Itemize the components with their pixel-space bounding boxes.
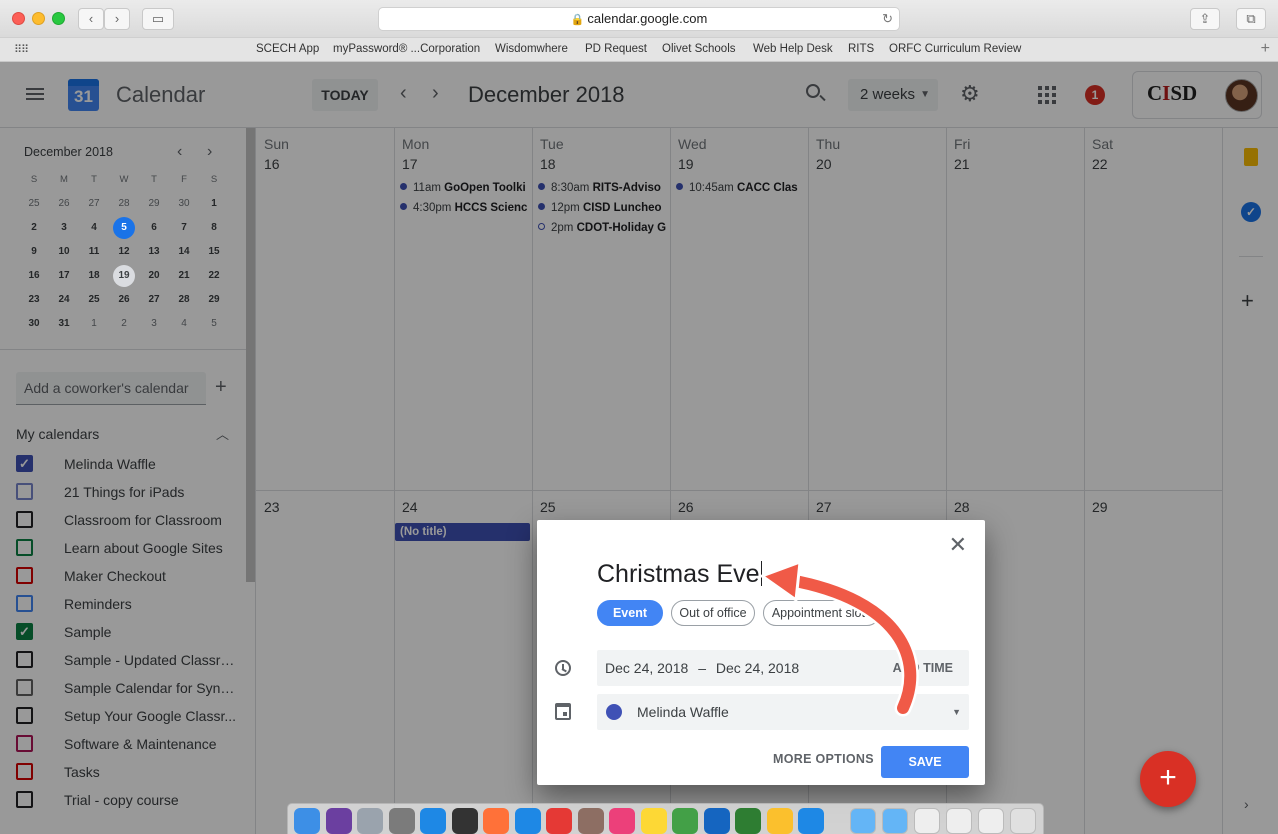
dashboard-icon[interactable] (451, 808, 478, 834)
camtasia-icon[interactable] (735, 808, 761, 834)
forward-button[interactable]: › (104, 8, 130, 30)
preview-icon[interactable] (577, 808, 604, 834)
share-icon[interactable]: ⇪ (1190, 8, 1220, 30)
window-zoom-button[interactable] (52, 12, 65, 25)
address-bar[interactable]: 🔒 calendar.google.com ↻ (378, 7, 900, 31)
bookmark-link[interactable]: PD Request (585, 43, 647, 55)
new-tab-plus-icon[interactable]: + (1261, 40, 1270, 58)
date-range-field[interactable]: Dec 24, 2018 – Dec 24, 2018 ADD TIME (597, 650, 969, 686)
caret-down-icon: ▼ (952, 707, 961, 717)
close-icon[interactable]: ✕ (949, 534, 967, 556)
bookmark-link[interactable]: SCECH App (256, 43, 319, 55)
bookmark-link[interactable]: myPassword® ...Corporation (333, 43, 480, 55)
calendar-color-dot (606, 704, 622, 720)
bookmark-link[interactable]: Web Help Desk (753, 43, 833, 55)
trash-icon[interactable] (1010, 808, 1036, 834)
bookmark-link[interactable]: ORFC Curriculum Review (889, 43, 1021, 55)
photos-icon[interactable] (640, 808, 667, 834)
snagit-icon[interactable] (703, 808, 730, 834)
event-title-input[interactable]: Christmas Eve (597, 558, 927, 594)
bookmark-link[interactable]: Wisdomwhere (495, 43, 568, 55)
mini-calendar-day[interactable]: 5 (109, 216, 139, 240)
tab-event[interactable]: Event (597, 600, 663, 626)
bookmark-link[interactable]: RITS (848, 43, 874, 55)
url-text: calendar.google.com (587, 11, 708, 26)
quick-event-dialog: ✕ Christmas Eve Event Out of office Appo… (537, 520, 985, 785)
launchpad-icon[interactable] (357, 808, 383, 834)
firefox-icon[interactable] (483, 808, 509, 834)
date-range-dash: – (698, 660, 706, 676)
back-button[interactable]: ‹ (78, 8, 104, 30)
browser-titlebar: ‹ › ▭ 🔒 calendar.google.com ↻ ⇪ ⧉ (0, 0, 1278, 38)
app-store-icon[interactable] (420, 808, 446, 834)
clock-icon (555, 660, 571, 676)
numbers-icon[interactable] (672, 808, 698, 834)
start-date[interactable]: Dec 24, 2018 (605, 660, 688, 676)
chrome-icon[interactable] (546, 808, 572, 834)
applications-folder-icon[interactable] (882, 808, 908, 834)
window-thumbnail-icon[interactable] (978, 808, 1004, 834)
window-thumbnail-icon[interactable] (946, 808, 972, 834)
end-date[interactable]: Dec 24, 2018 (716, 660, 799, 676)
downloads-folder-icon[interactable] (850, 808, 876, 834)
siri-icon[interactable] (325, 808, 352, 834)
add-time-button[interactable]: ADD TIME (893, 650, 953, 686)
safari-icon[interactable] (514, 808, 541, 834)
create-event-fab[interactable]: + (1140, 751, 1196, 807)
pages-icon[interactable] (798, 808, 824, 834)
finder-icon[interactable] (294, 808, 320, 834)
lock-icon: 🔒 (570, 14, 585, 26)
bookmarks-bar: ⠿⠿ SCECH App myPassword® ...Corporation … (0, 38, 1278, 62)
reload-icon[interactable]: ↻ (882, 8, 893, 30)
save-button[interactable]: SAVE (881, 746, 969, 778)
top-sites-grid-icon[interactable]: ⠿⠿ (14, 43, 29, 56)
calendar-select-label: Melinda Waffle (637, 704, 729, 720)
tabs-overview-icon[interactable]: ⧉ (1236, 8, 1266, 30)
notes-icon[interactable] (766, 808, 793, 834)
tab-out-of-office[interactable]: Out of office (671, 600, 755, 626)
macos-dock (287, 803, 1044, 834)
calendar-icon (555, 703, 571, 720)
bookmark-link[interactable]: Olivet Schools (662, 43, 736, 55)
sidebar-toggle-icon[interactable]: ▭ (142, 8, 174, 30)
tab-appointment-slots[interactable]: Appointment slots (763, 600, 880, 626)
window-close-button[interactable] (12, 12, 25, 25)
calendar-select[interactable]: Melinda Waffle ▼ (597, 694, 969, 730)
more-options-button[interactable]: MORE OPTIONS (773, 752, 874, 766)
system-preferences-icon[interactable] (388, 808, 415, 834)
window-minimize-button[interactable] (32, 12, 45, 25)
window-thumbnail-icon[interactable] (914, 808, 940, 834)
music-icon[interactable] (609, 808, 635, 834)
mini-calendar-day[interactable]: 19 (109, 264, 139, 288)
